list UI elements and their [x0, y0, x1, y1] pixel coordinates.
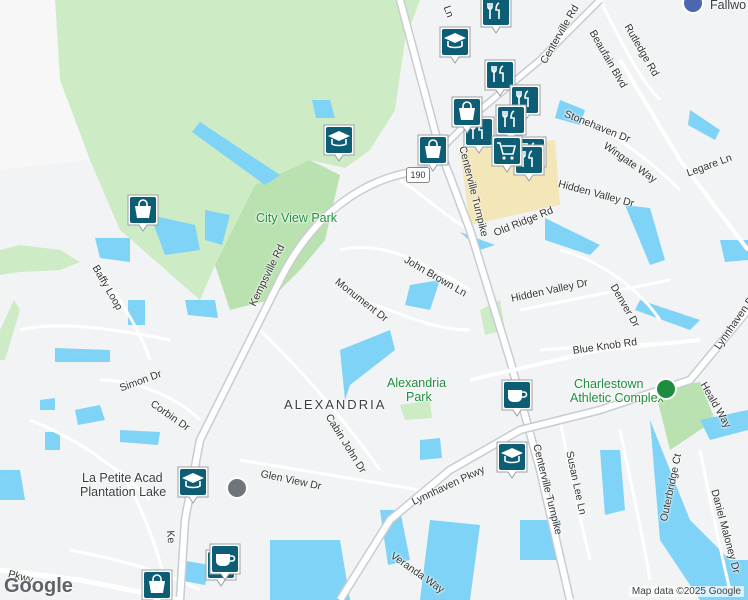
- cafe-marker[interactable]: [208, 542, 242, 582]
- school-marker[interactable]: [495, 440, 529, 480]
- cafe-marker[interactable]: [500, 378, 534, 418]
- shopping-icon: [141, 569, 173, 600]
- shopping-marker[interactable]: [416, 133, 450, 173]
- school-marker[interactable]: [176, 465, 210, 505]
- shopping-icon: [127, 194, 159, 232]
- map-base-layer: [0, 0, 748, 600]
- shopping-marker[interactable]: [126, 193, 160, 233]
- restaurant-icon: [480, 0, 512, 34]
- cafe-icon: [209, 543, 241, 581]
- shopping-icon: [451, 96, 483, 134]
- map-canvas[interactable]: 190 Kempsville Rd Monument Dr John Brown…: [0, 0, 748, 600]
- school-icon: [439, 26, 471, 64]
- shopping-icon: [417, 134, 449, 172]
- grocery-icon: [491, 135, 523, 173]
- grocery-marker[interactable]: [490, 134, 524, 174]
- school-icon: [496, 441, 528, 479]
- school-marker[interactable]: [322, 123, 356, 163]
- school-icon: [323, 124, 355, 162]
- google-logo: Google: [4, 575, 73, 597]
- park-pin-icon[interactable]: [655, 378, 677, 400]
- cafe-icon: [501, 379, 533, 417]
- school-icon: [177, 466, 209, 504]
- place-pin-icon[interactable]: [226, 477, 248, 499]
- shopping-marker[interactable]: [450, 95, 484, 135]
- school-marker[interactable]: [438, 25, 472, 65]
- restaurant-marker[interactable]: [479, 0, 513, 35]
- shopping-marker[interactable]: [140, 568, 174, 600]
- map-attribution[interactable]: Map data ©2025 Google: [628, 586, 744, 597]
